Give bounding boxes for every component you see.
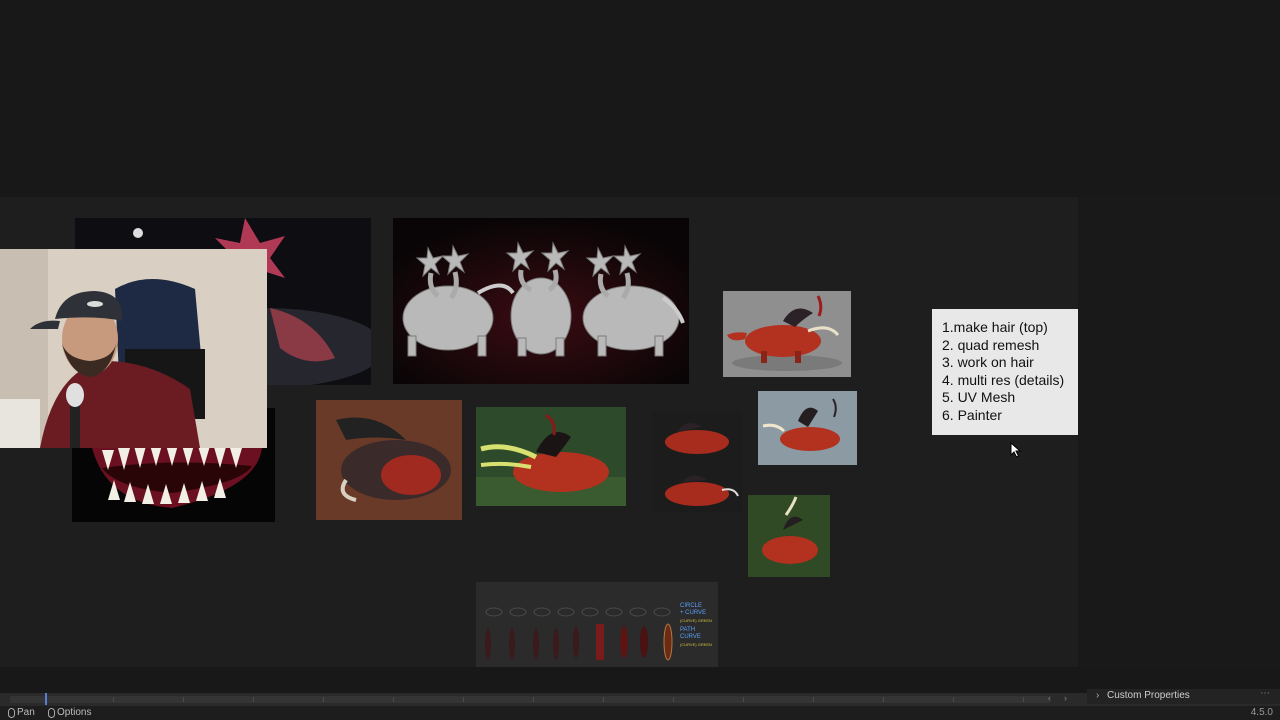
timeline-tick — [883, 697, 884, 702]
mouse-pointer-icon — [1010, 442, 1022, 458]
reference-image-creature-forest[interactable] — [476, 407, 626, 506]
curve-sheet-label: (CURVE) GREEN — [680, 642, 712, 647]
pan-hint: Pan — [8, 706, 35, 720]
reference-image-red-creature-side-art — [723, 291, 851, 377]
todo-item: 1.make hair (top) — [942, 319, 1048, 335]
reference-image-sculpt-art — [393, 218, 689, 384]
custom-properties-label: Custom Properties — [1107, 690, 1190, 701]
todo-item: 5. UV Mesh — [942, 389, 1016, 405]
reference-image-creature-studio-art — [758, 391, 857, 465]
timeline-tick — [813, 697, 814, 702]
scroll-right-icon[interactable]: › — [1064, 693, 1067, 703]
reference-image-creature-green-small-art — [748, 495, 830, 577]
reference-image-creature-closeup[interactable] — [316, 400, 462, 520]
timeline-tick — [673, 697, 674, 702]
curve-sheet-label: CIRCLE — [680, 603, 703, 609]
timeline-tick — [183, 697, 184, 702]
reference-image-creature-pair-art — [652, 412, 742, 512]
timeline-tick — [463, 697, 464, 702]
timeline-tick — [393, 697, 394, 702]
timeline-tick — [253, 697, 254, 702]
todo-item: 4. multi res (details) — [942, 371, 1065, 388]
timeline-tick — [323, 697, 324, 702]
todo-item: 6. Painter — [942, 406, 1002, 423]
chevron-right-icon: › — [1096, 690, 1100, 701]
curve-sheet-label: CURVE — [680, 634, 701, 640]
todo-item: 3. work on hair — [942, 354, 1034, 370]
webcam-overlay — [0, 249, 267, 448]
reference-image-curve-sheet[interactable]: CIRCLE + CURVE (CURVE) GREEN PATH CURVE … — [476, 582, 718, 667]
timeline-tick — [533, 697, 534, 702]
curve-sheet-label: (CURVE) GREEN — [680, 618, 712, 623]
todo-item: 2. quad remesh — [942, 336, 1040, 353]
reference-image-red-creature-side[interactable] — [723, 291, 851, 377]
mouse-icon — [48, 708, 55, 718]
timeline-scrubber[interactable] — [10, 696, 1050, 703]
timeline-playhead[interactable] — [45, 693, 47, 705]
scroll-left-icon[interactable]: ‹ — [1048, 693, 1051, 703]
reference-image-creature-green-small[interactable] — [748, 495, 830, 577]
timeline-tick — [953, 697, 954, 702]
timeline-tick — [603, 697, 604, 702]
mouse-icon — [8, 708, 15, 718]
reference-image-creature-forest-art — [476, 407, 626, 506]
empty-viewport-area — [0, 0, 1280, 197]
reference-image-creature-closeup-art — [316, 400, 462, 520]
drag-handle-icon[interactable]: ⋯ — [1260, 687, 1270, 700]
reference-image-creature-pair[interactable] — [652, 412, 742, 512]
options-label: Options — [57, 707, 92, 718]
custom-properties-panel-header[interactable]: › Custom Properties ⋯ — [1087, 687, 1280, 704]
timeline-tick — [1023, 697, 1024, 702]
timeline-tick — [113, 697, 114, 702]
status-bar: Pan Options 4.5.0 — [0, 706, 1280, 720]
curve-sheet-label: PATH — [680, 627, 696, 633]
reference-image-sculpt-turnaround[interactable] — [393, 218, 689, 384]
options-hint: Options — [48, 706, 91, 720]
reference-image-creature-studio[interactable] — [758, 391, 857, 465]
todo-notes-card[interactable]: 1.make hair (top) 2. quad remesh 3. work… — [932, 309, 1078, 435]
viewport-right-area — [1078, 197, 1280, 667]
pan-label: Pan — [17, 707, 35, 718]
webcam-video-frame — [0, 249, 267, 448]
curve-sheet-label: + CURVE — [680, 610, 707, 616]
timeline-tick — [743, 697, 744, 702]
version-label: 4.5.0 — [1250, 707, 1273, 718]
